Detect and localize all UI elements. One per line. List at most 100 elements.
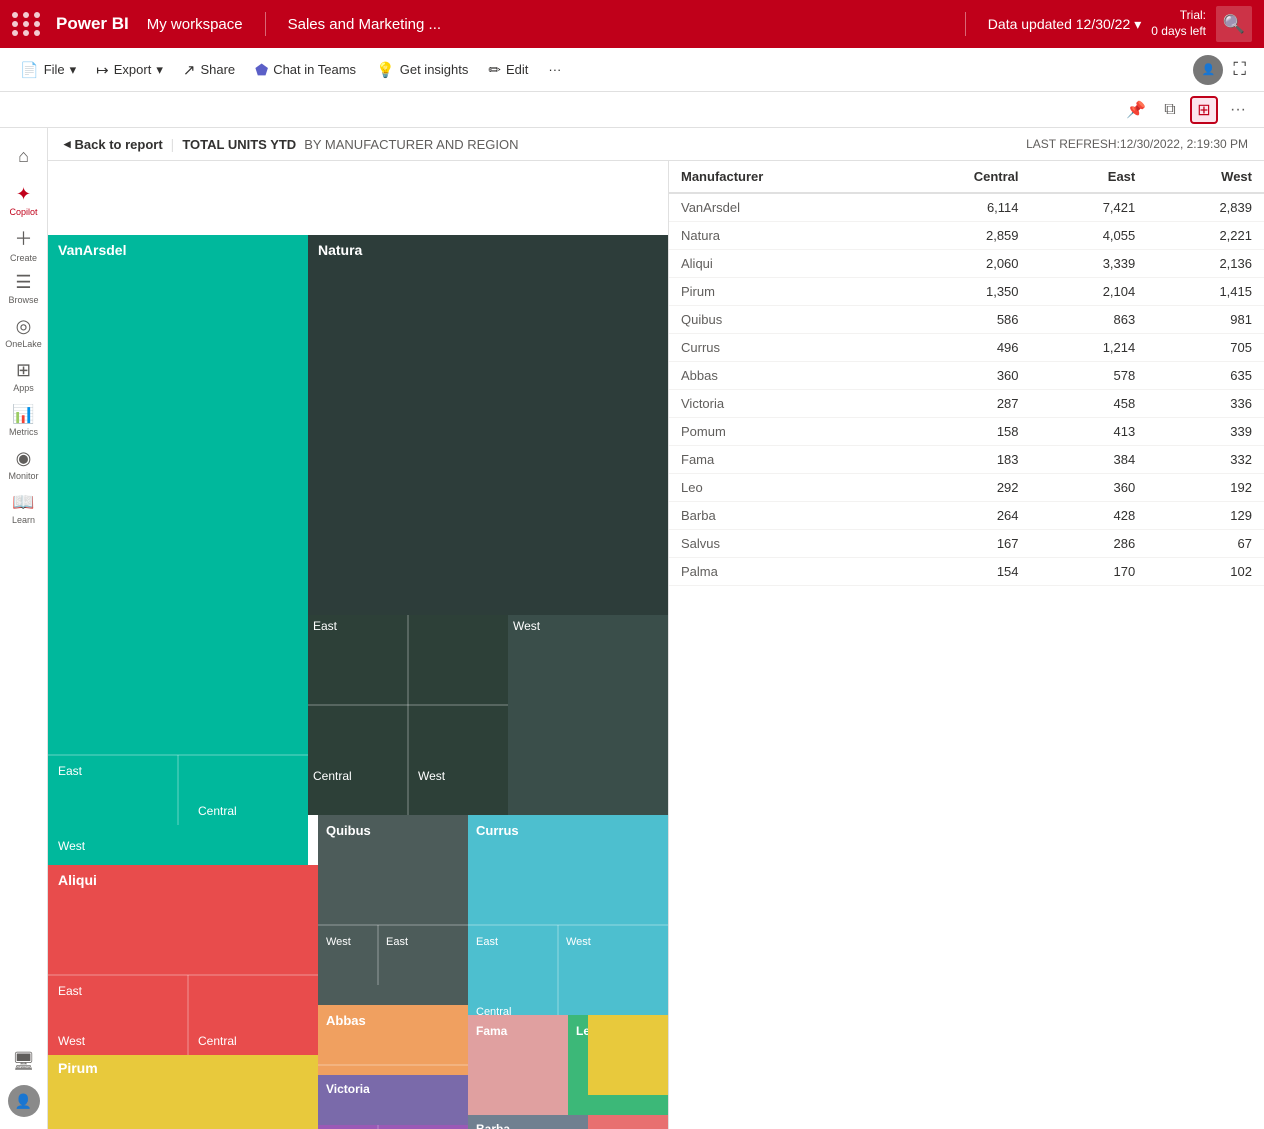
last-refresh-label: LAST REFRESH:12/30/2022, 2:19:30 PM (1026, 137, 1248, 151)
cell-west: 705 (1147, 334, 1264, 362)
apps-icon: ⊞ (16, 360, 31, 381)
edit-button[interactable]: ✏ Edit (480, 57, 536, 83)
aliqui-block (48, 865, 318, 1055)
svg-text:West: West (58, 839, 86, 853)
cell-west: 635 (1147, 362, 1264, 390)
table-view-button[interactable]: ⊞ (1190, 96, 1218, 124)
cell-central: 6,114 (889, 193, 1031, 222)
copy-button[interactable]: ⧉ (1156, 96, 1184, 124)
cell-central: 496 (889, 334, 1031, 362)
svg-text:Pirum: Pirum (58, 1060, 98, 1076)
create-label: Create (10, 253, 37, 263)
top-navigation-bar: Power BI My workspace Sales and Marketin… (0, 0, 1264, 48)
svg-text:Abbas: Abbas (326, 1013, 366, 1028)
svg-text:East: East (58, 764, 83, 778)
svg-text:Quibus: Quibus (326, 823, 371, 838)
edit-icon: ✏ (488, 61, 501, 79)
sidebar-item-learn[interactable]: 📖 Learn (4, 488, 44, 528)
main-layout: ⌂ ✦ Copilot ＋ Create ☰ Browse ◎ OneLake … (0, 128, 1264, 1129)
app-grid-icon[interactable] (12, 12, 42, 36)
cell-manufacturer: Aliqui (669, 250, 889, 278)
table-row: Abbas360578635 (669, 362, 1264, 390)
learn-label: Learn (12, 515, 35, 525)
manufacturer-table: Manufacturer Central East West VanArsdel… (669, 161, 1264, 586)
metrics-icon: 📊 (12, 404, 34, 425)
table-row: Salvus16728667 (669, 530, 1264, 558)
sidebar-item-screen[interactable]: 🖥 (4, 1041, 44, 1081)
sidebar-item-onelake[interactable]: ◎ OneLake (4, 312, 44, 352)
content-split: VanArsdel East Central West Natura East (48, 161, 1264, 1129)
svg-text:West: West (326, 936, 351, 948)
col-header-east: East (1031, 161, 1148, 193)
svg-text:Aliqui: Aliqui (58, 872, 97, 888)
cell-manufacturer: Pomum (669, 418, 889, 446)
main-content: ◂ Back to report | TOTAL UNITS YTD BY MA… (48, 128, 1264, 1129)
cell-east: 7,421 (1031, 193, 1148, 222)
currus-block (468, 815, 668, 1015)
svg-text:Central: Central (198, 804, 237, 818)
cell-manufacturer: Salvus (669, 530, 889, 558)
export-button[interactable]: ↦ Export ▾ (88, 57, 171, 83)
more-icon-button[interactable]: ··· (1224, 96, 1252, 124)
cell-west: 67 (1147, 530, 1264, 558)
cell-central: 158 (889, 418, 1031, 446)
user-avatar[interactable]: 👤 (1193, 55, 1223, 85)
pomum-block (318, 1125, 468, 1129)
pin-button[interactable]: 📌 (1122, 96, 1150, 124)
cell-east: 286 (1031, 530, 1148, 558)
more-options-button[interactable]: ··· (540, 58, 569, 81)
cell-manufacturer: Fama (669, 446, 889, 474)
cell-manufacturer: Palma (669, 558, 889, 586)
data-table-panel: Manufacturer Central East West VanArsdel… (668, 161, 1264, 1129)
cell-east: 413 (1031, 418, 1148, 446)
copilot-label: Copilot (9, 207, 37, 217)
sidebar-item-copilot[interactable]: ✦ Copilot (4, 180, 44, 220)
sidebar-item-metrics[interactable]: 📊 Metrics (4, 400, 44, 440)
cell-east: 384 (1031, 446, 1148, 474)
share-button[interactable]: ↗ Share (175, 57, 243, 83)
sidebar-item-apps[interactable]: ⊞ Apps (4, 356, 44, 396)
cell-east: 1,214 (1031, 334, 1148, 362)
export-icon: ↦ (96, 61, 109, 79)
file-button[interactable]: 📄 File ▾ (12, 57, 84, 83)
apps-label: Apps (13, 383, 34, 393)
sidebar-item-monitor[interactable]: ◉ Monitor (4, 444, 44, 484)
svg-text:West: West (58, 1034, 86, 1048)
breadcrumb-title: TOTAL UNITS YTD (182, 137, 296, 152)
col-header-west: West (1147, 161, 1264, 193)
get-insights-button[interactable]: 💡 Get insights (368, 57, 476, 83)
svg-text:Natura: Natura (318, 242, 363, 258)
sidebar-item-create[interactable]: ＋ Create (4, 224, 44, 264)
svg-text:Barba: Barba (476, 1122, 510, 1129)
data-updated-label[interactable]: Data updated 12/30/22 ▾ (988, 16, 1142, 33)
toolbar-right: 👤 ⛶ (1193, 55, 1252, 85)
sidebar-avatar[interactable]: 👤 (8, 1085, 40, 1117)
col-header-manufacturer: Manufacturer (669, 161, 889, 193)
cell-manufacturer: Currus (669, 334, 889, 362)
chat-in-teams-button[interactable]: ⬟ Chat in Teams (247, 57, 364, 83)
workspace-label[interactable]: My workspace (147, 16, 243, 33)
cell-west: 1,415 (1147, 278, 1264, 306)
cell-central: 360 (889, 362, 1031, 390)
cell-central: 183 (889, 446, 1031, 474)
cell-manufacturer: Abbas (669, 362, 889, 390)
breadcrumb-bar: ◂ Back to report | TOTAL UNITS YTD BY MA… (48, 128, 1264, 161)
cell-west: 192 (1147, 474, 1264, 502)
back-to-report-button[interactable]: ◂ Back to report (64, 136, 163, 152)
table-row: Leo292360192 (669, 474, 1264, 502)
cell-west: 981 (1147, 306, 1264, 334)
cell-central: 586 (889, 306, 1031, 334)
cell-central: 264 (889, 502, 1031, 530)
cell-central: 2,060 (889, 250, 1031, 278)
copy-icon: ⧉ (1164, 101, 1175, 119)
expand-icon[interactable]: ⛶ (1227, 57, 1252, 82)
cell-east: 360 (1031, 474, 1148, 502)
sidebar-item-home[interactable]: ⌂ (4, 136, 44, 176)
vanarsdel-block (48, 235, 308, 825)
cell-west: 2,221 (1147, 222, 1264, 250)
sidebar-item-browse[interactable]: ☰ Browse (4, 268, 44, 308)
search-button[interactable]: 🔍 (1216, 6, 1252, 42)
svg-text:Central: Central (198, 1034, 237, 1048)
treemap-visual[interactable]: VanArsdel East Central West Natura East (48, 161, 668, 1129)
table-row: Aliqui2,0603,3392,136 (669, 250, 1264, 278)
